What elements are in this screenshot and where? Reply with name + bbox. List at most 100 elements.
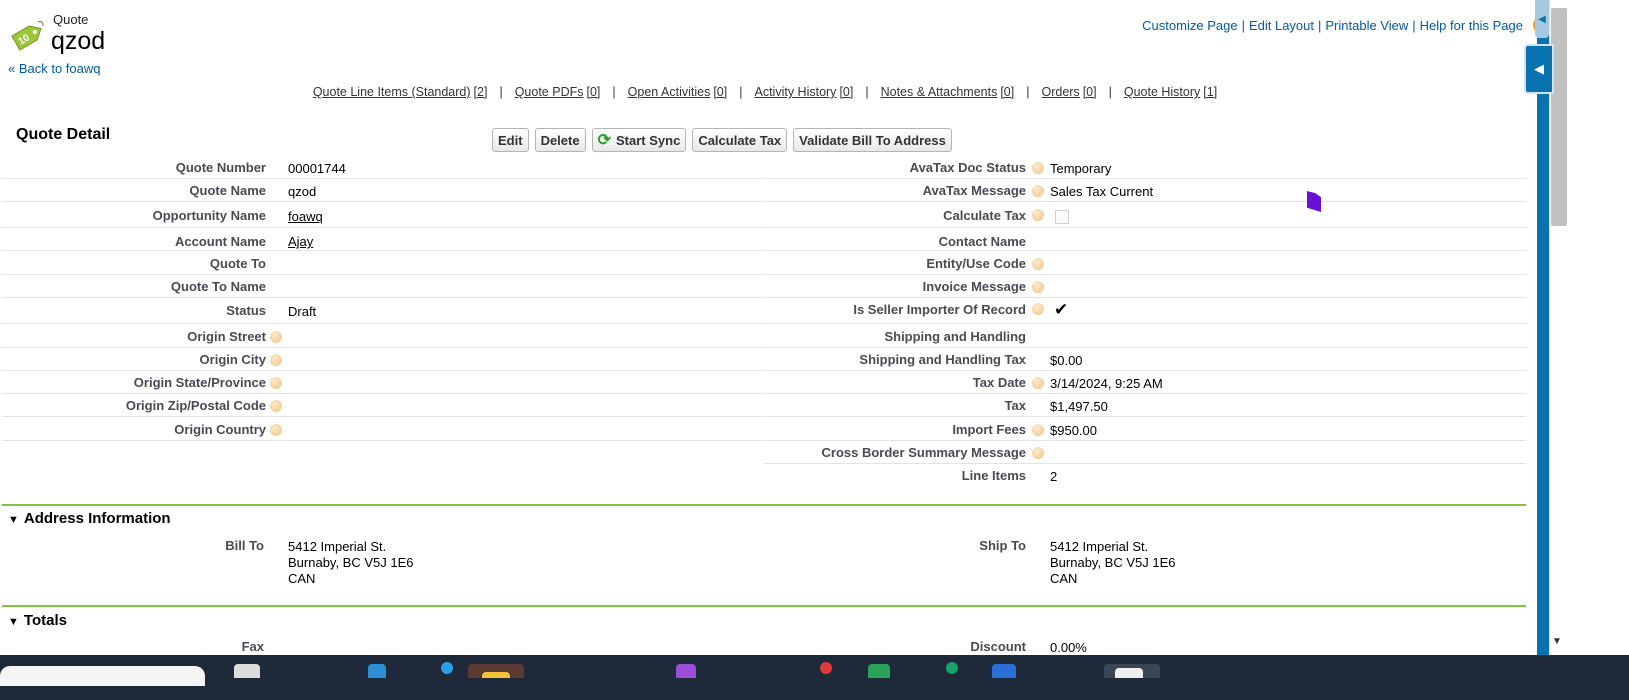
account-link[interactable]: Ajay bbox=[288, 234, 313, 249]
info-icon[interactable] bbox=[1032, 447, 1044, 459]
info-icon[interactable] bbox=[1032, 303, 1044, 315]
related-quote-line-items[interactable]: Quote Line Items (Standard) bbox=[313, 85, 471, 99]
field-import-fees: Import Fees $950.00 bbox=[764, 417, 1526, 441]
price-tag-icon: 10 bbox=[10, 18, 46, 54]
bill-to-label: Bill To bbox=[225, 538, 264, 553]
fax-label: Fax bbox=[241, 639, 264, 654]
calculate-tax-checkbox bbox=[1055, 210, 1069, 224]
scroll-down-icon[interactable]: ▼ bbox=[1552, 636, 1562, 647]
field-avatax-doc-status: AvaTax Doc Status Temporary bbox=[764, 155, 1526, 179]
related-open-activities[interactable]: Open Activities bbox=[628, 85, 711, 99]
related-quote-history[interactable]: Quote History bbox=[1124, 85, 1200, 99]
sidebar-collapse-icon[interactable]: ◀ bbox=[1524, 44, 1554, 94]
start-sync-button[interactable]: ⟳ Start Sync bbox=[591, 128, 687, 152]
info-icon[interactable] bbox=[270, 377, 282, 389]
calculate-tax-button[interactable]: Calculate Tax bbox=[692, 128, 788, 152]
taskbar-app-icon[interactable] bbox=[676, 664, 696, 678]
info-icon[interactable] bbox=[1032, 424, 1044, 436]
field-label: Quote Number bbox=[175, 160, 266, 175]
field-shipping-handling: Shipping and Handling bbox=[764, 324, 1526, 348]
opportunity-link[interactable]: foawq bbox=[288, 209, 323, 224]
taskbar-badge-icon bbox=[441, 662, 453, 674]
back-link[interactable]: « Back to foawq bbox=[8, 61, 101, 76]
folder-icon bbox=[482, 672, 510, 678]
field-origin-country: Origin Country bbox=[2, 417, 762, 441]
collapse-triangle-icon: ▼ bbox=[8, 616, 19, 628]
field-invoice-message: Invoice Message bbox=[764, 274, 1526, 298]
ship-to-address: 5412 Imperial St. Burnaby, BC V5J 1E6 CA… bbox=[1050, 539, 1176, 586]
info-icon[interactable] bbox=[1032, 258, 1044, 270]
info-icon[interactable] bbox=[270, 424, 282, 436]
delete-button[interactable]: Delete bbox=[534, 128, 586, 152]
info-icon[interactable] bbox=[270, 400, 282, 412]
field-quote-number: Quote Number 00001744 bbox=[2, 155, 762, 179]
discount-value: 0.00% bbox=[1050, 640, 1087, 655]
help-link[interactable]: Help for this Page bbox=[1420, 18, 1523, 33]
object-type-label: Quote bbox=[53, 12, 89, 27]
field-account-name: Account Name Ajay bbox=[2, 228, 762, 251]
validate-bill-to-address-button[interactable]: Validate Bill To Address bbox=[793, 128, 952, 152]
field-calculate-tax: Calculate Tax bbox=[764, 201, 1526, 228]
printable-view-link[interactable]: Printable View bbox=[1325, 18, 1408, 33]
field-quote-name: Quote Name qzod bbox=[2, 178, 762, 202]
section-divider bbox=[2, 504, 1526, 506]
info-icon[interactable] bbox=[270, 354, 282, 366]
detail-button-bar: Edit Delete ⟳ Start Sync Calculate Tax Va… bbox=[492, 128, 952, 152]
related-orders[interactable]: Orders bbox=[1041, 85, 1079, 99]
info-icon[interactable] bbox=[1032, 377, 1044, 389]
field-cross-border: Cross Border Summary Message bbox=[764, 440, 1526, 464]
bill-to-address: 5412 Imperial St. Burnaby, BC V5J 1E6 CA… bbox=[288, 539, 414, 586]
field-origin-city: Origin City bbox=[2, 347, 762, 371]
edit-layout-link[interactable]: Edit Layout bbox=[1249, 18, 1314, 33]
section-divider bbox=[2, 605, 1526, 607]
ship-to-label: Ship To bbox=[979, 538, 1026, 553]
address-section-header[interactable]: ▼ Address Information bbox=[8, 510, 171, 527]
taskbar-app-icon[interactable] bbox=[868, 664, 890, 678]
info-icon[interactable] bbox=[1032, 281, 1044, 293]
sidebar-border bbox=[1537, 0, 1549, 655]
scrollbar-thumb[interactable] bbox=[1551, 8, 1567, 226]
field-tax-date: Tax Date 3/14/2024, 9:25 AM bbox=[764, 370, 1526, 394]
related-list-links: Quote Line Items (Standard) [2] | Quote P… bbox=[312, 85, 1218, 99]
info-icon[interactable] bbox=[1032, 185, 1044, 197]
field-shipping-handling-tax: Shipping and Handling Tax $0.00 bbox=[764, 347, 1526, 371]
customize-page-link[interactable]: Customize Page bbox=[1142, 18, 1237, 33]
top-links: Customize Page | Edit Layout | Printable… bbox=[1142, 16, 1551, 34]
sidebar-toggle-icon[interactable]: ◀ bbox=[1535, 0, 1549, 38]
field-avatax-message: AvaTax Message Sales Tax Current bbox=[764, 178, 1526, 202]
collapse-triangle-icon: ▼ bbox=[8, 514, 19, 526]
field-origin-street: Origin Street bbox=[2, 324, 762, 348]
field-quote-to: Quote To bbox=[2, 251, 762, 275]
info-icon[interactable] bbox=[1032, 162, 1044, 174]
edit-button[interactable]: Edit bbox=[492, 128, 529, 152]
taskbar-search-box[interactable] bbox=[0, 666, 205, 686]
related-activity-history[interactable]: Activity History bbox=[754, 85, 836, 99]
sync-icon: ⟳ bbox=[597, 132, 611, 149]
taskbar-app-icon[interactable] bbox=[992, 664, 1016, 678]
totals-section-header[interactable]: ▼ Totals bbox=[8, 612, 67, 629]
field-line-items: Line Items 2 bbox=[961, 468, 1058, 484]
info-icon[interactable] bbox=[270, 331, 282, 343]
window-icon bbox=[1115, 668, 1143, 678]
field-value: 00001744 bbox=[288, 161, 346, 176]
quote-detail-title: Quote Detail bbox=[16, 126, 111, 143]
field-status: Status Draft bbox=[2, 297, 762, 324]
related-quote-pdfs[interactable]: Quote PDFs bbox=[515, 85, 584, 99]
field-contact-name: Contact Name bbox=[764, 228, 1526, 251]
field-opportunity-name: Opportunity Name foawq bbox=[2, 201, 762, 228]
field-seller-importer: Is Seller Importer Of Record ✔ bbox=[764, 297, 1526, 324]
field-entity-use-code: Entity/Use Code bbox=[764, 251, 1526, 275]
page-title: qzod bbox=[51, 27, 106, 55]
field-origin-zip: Origin Zip/Postal Code bbox=[2, 393, 762, 417]
field-quote-to-name: Quote To Name bbox=[2, 274, 762, 298]
field-tax: Tax $1,497.50 bbox=[764, 393, 1526, 417]
info-icon[interactable] bbox=[1032, 209, 1044, 221]
checkmark-icon: ✔ bbox=[1054, 300, 1069, 319]
notification-badge-icon bbox=[820, 662, 832, 674]
field-origin-state: Origin State/Province bbox=[2, 370, 762, 394]
notification-badge-icon bbox=[946, 662, 958, 674]
taskbar-app-icon[interactable] bbox=[234, 664, 260, 678]
discount-label: Discount bbox=[970, 639, 1026, 654]
taskbar-app-icon[interactable] bbox=[368, 664, 386, 678]
related-notes-attachments[interactable]: Notes & Attachments bbox=[881, 85, 998, 99]
